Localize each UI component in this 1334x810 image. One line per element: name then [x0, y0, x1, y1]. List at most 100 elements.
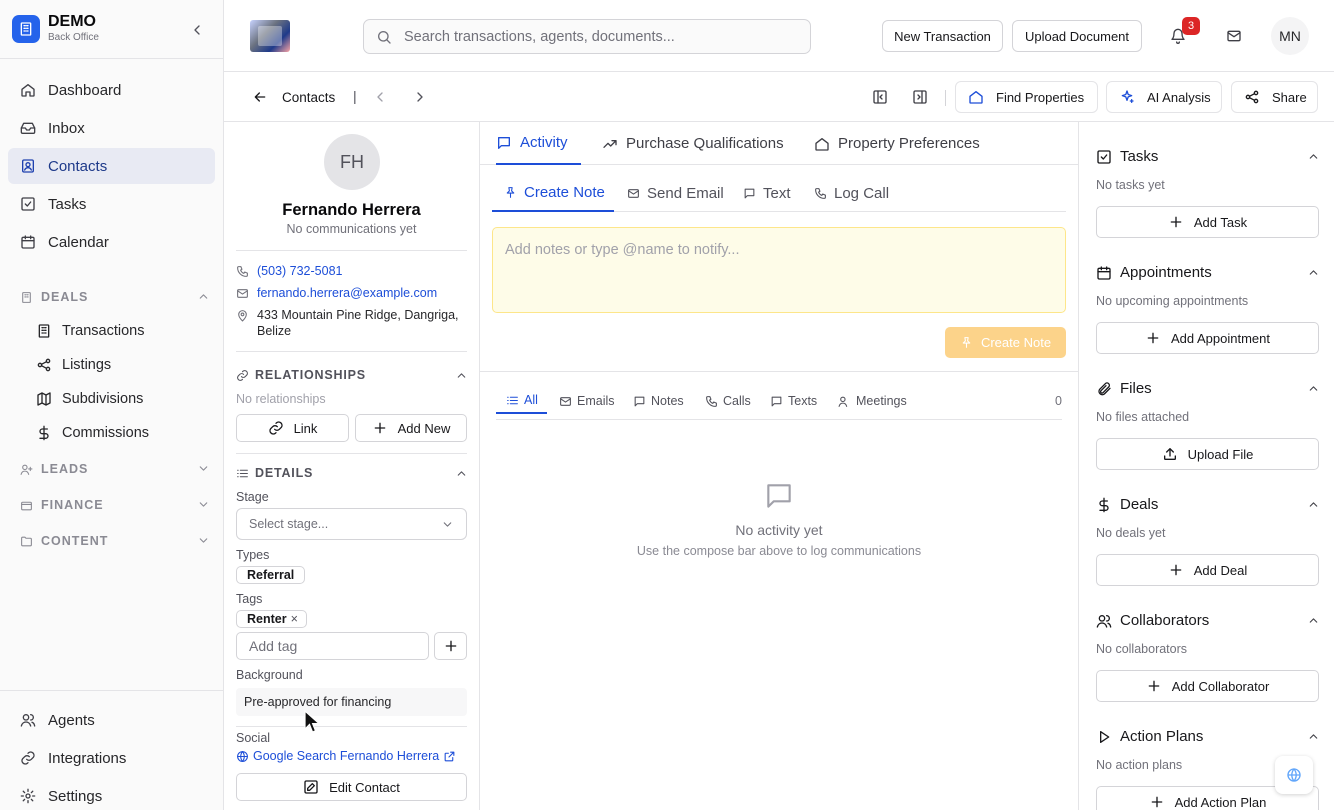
search-input[interactable]: [404, 28, 784, 45]
chip-label: Renter: [247, 612, 287, 626]
compose-tab-text[interactable]: Text: [743, 174, 791, 212]
company-logo[interactable]: [250, 20, 290, 52]
sidebar-item-dashboard[interactable]: Dashboard: [8, 72, 215, 108]
sidebar-item-calendar[interactable]: Calendar: [8, 224, 215, 260]
filter-calls[interactable]: Calls: [705, 388, 751, 414]
contact-phone-link[interactable]: (503) 732-5081: [257, 263, 342, 279]
action-plans-section-header[interactable]: Action Plans: [1096, 728, 1318, 745]
background-field[interactable]: Pre-approved for financing: [236, 688, 467, 716]
google-search-link[interactable]: Google Search Fernando Herrera: [236, 749, 456, 763]
button-label: Edit Contact: [329, 779, 400, 795]
filter-all[interactable]: All: [496, 388, 547, 414]
create-note-button[interactable]: Create Note: [945, 327, 1066, 358]
separator: |: [353, 88, 357, 104]
filter-texts[interactable]: Texts: [770, 388, 817, 414]
brand-name: DEMO: [48, 13, 96, 30]
sidebar-item-subdivisions[interactable]: Subdivisions: [36, 384, 216, 414]
sidebar-section-deals[interactable]: DEALS: [20, 287, 210, 307]
button-label: AI Analysis: [1147, 89, 1211, 105]
next-contact-button[interactable]: [412, 89, 428, 105]
sidebar-item-transactions[interactable]: Transactions: [36, 316, 216, 346]
paperclip-icon: [1098, 381, 1111, 395]
sidebar-item-commissions[interactable]: Commissions: [36, 418, 216, 448]
stage-select[interactable]: Select stage...: [236, 508, 467, 540]
tab-activity[interactable]: Activity: [496, 122, 581, 165]
appointments-empty: No upcoming appointments: [1096, 294, 1249, 308]
note-textarea[interactable]: [505, 242, 1053, 298]
compose-tab-create-note[interactable]: Create Note: [492, 174, 614, 212]
ai-analysis-button[interactable]: AI Analysis: [1106, 81, 1222, 113]
add-tag-button[interactable]: [434, 632, 467, 660]
sidebar-section-finance[interactable]: FINANCE: [20, 495, 210, 515]
calendar-icon: [21, 235, 35, 249]
messages-button[interactable]: [1226, 28, 1242, 44]
toggle-right-panel-button[interactable]: [912, 89, 928, 105]
compose-tab-log-call[interactable]: Log Call: [814, 174, 889, 212]
contact-email-link[interactable]: fernando.herrera@example.com: [257, 285, 437, 301]
appointments-section-header[interactable]: Appointments: [1096, 264, 1318, 281]
sidebar-item-contacts[interactable]: Contacts: [8, 148, 215, 184]
user-avatar[interactable]: MN: [1271, 17, 1309, 55]
new-transaction-button[interactable]: New Transaction: [882, 20, 1003, 52]
map-pin-icon: [238, 310, 247, 322]
relationships-section-header[interactable]: RELATIONSHIPS: [236, 368, 468, 382]
add-appointment-button[interactable]: Add Appointment: [1096, 322, 1319, 354]
plus-icon: [1148, 680, 1160, 692]
plus-icon: [374, 422, 385, 434]
tab-property-preferences[interactable]: Property Preferences: [814, 122, 980, 165]
button-label: Link: [293, 420, 318, 436]
filter-meetings[interactable]: Meetings: [838, 388, 907, 414]
chevron-down-icon: [443, 522, 452, 527]
list-icon: [507, 396, 518, 404]
sidebar-item-tasks[interactable]: Tasks: [8, 186, 215, 222]
note-composer[interactable]: [492, 227, 1066, 313]
chevron-up-icon: [457, 373, 466, 378]
add-new-relationship-button[interactable]: Add New: [355, 414, 467, 442]
files-section-header[interactable]: Files: [1096, 380, 1318, 397]
deals-section-header[interactable]: Deals: [1096, 496, 1318, 513]
edit-contact-button[interactable]: Edit Contact: [236, 773, 467, 801]
add-collaborator-button[interactable]: Add Collaborator: [1096, 670, 1319, 702]
add-deal-button[interactable]: Add Deal: [1096, 554, 1319, 586]
brand[interactable]: DEMO Back Office: [12, 14, 99, 44]
panel-left-icon: [873, 90, 887, 104]
add-tag-input[interactable]: [249, 638, 419, 654]
sidebar-item-listings[interactable]: Listings: [36, 350, 216, 380]
tab-label: Property Preferences: [838, 135, 980, 152]
phone-icon: [815, 187, 826, 199]
related-items-panel: Tasks No tasks yet Add Task Appointments…: [1078, 122, 1334, 810]
tasks-section-header[interactable]: Tasks: [1096, 148, 1318, 165]
home-icon: [969, 91, 983, 104]
sidebar-section-content[interactable]: CONTENT: [20, 531, 210, 551]
sidebar-item-settings[interactable]: Settings: [8, 778, 215, 810]
collaborators-section-header[interactable]: Collaborators: [1096, 612, 1318, 629]
previous-contact-button[interactable]: [372, 89, 388, 105]
global-search[interactable]: [363, 19, 811, 54]
toggle-left-panel-button[interactable]: [872, 89, 888, 105]
home-icon: [21, 84, 35, 97]
sidebar-item-agents[interactable]: Agents: [8, 702, 215, 738]
find-properties-button[interactable]: Find Properties: [955, 81, 1098, 113]
upload-document-button[interactable]: Upload Document: [1012, 20, 1142, 52]
add-task-button[interactable]: Add Task: [1096, 206, 1319, 238]
share-button[interactable]: Share: [1231, 81, 1318, 113]
remove-tag-button[interactable]: ×: [291, 612, 298, 626]
plus-icon: [1170, 564, 1182, 576]
upload-file-button[interactable]: Upload File: [1096, 438, 1319, 470]
filter-emails[interactable]: Emails: [559, 388, 615, 414]
details-section-header[interactable]: DETAILS: [236, 466, 468, 480]
add-tag-field[interactable]: [236, 632, 429, 660]
sidebar-item-integrations[interactable]: Integrations: [8, 740, 215, 776]
collapse-sidebar-button[interactable]: [189, 22, 205, 38]
chevron-up-icon: [1309, 270, 1318, 275]
link-relationship-button[interactable]: Link: [236, 414, 349, 442]
back-to-contacts-button[interactable]: Contacts: [252, 89, 335, 105]
assistant-widget-button[interactable]: [1275, 756, 1313, 794]
message-square-icon: [634, 396, 645, 406]
filter-notes[interactable]: Notes: [633, 388, 684, 414]
sidebar-item-inbox[interactable]: Inbox: [8, 110, 215, 146]
tab-purchase-qualifications[interactable]: Purchase Qualifications: [602, 122, 784, 165]
section-title: Collaborators: [1120, 612, 1210, 629]
sidebar-section-leads[interactable]: LEADS: [20, 459, 210, 479]
compose-tab-send-email[interactable]: Send Email: [627, 174, 724, 212]
